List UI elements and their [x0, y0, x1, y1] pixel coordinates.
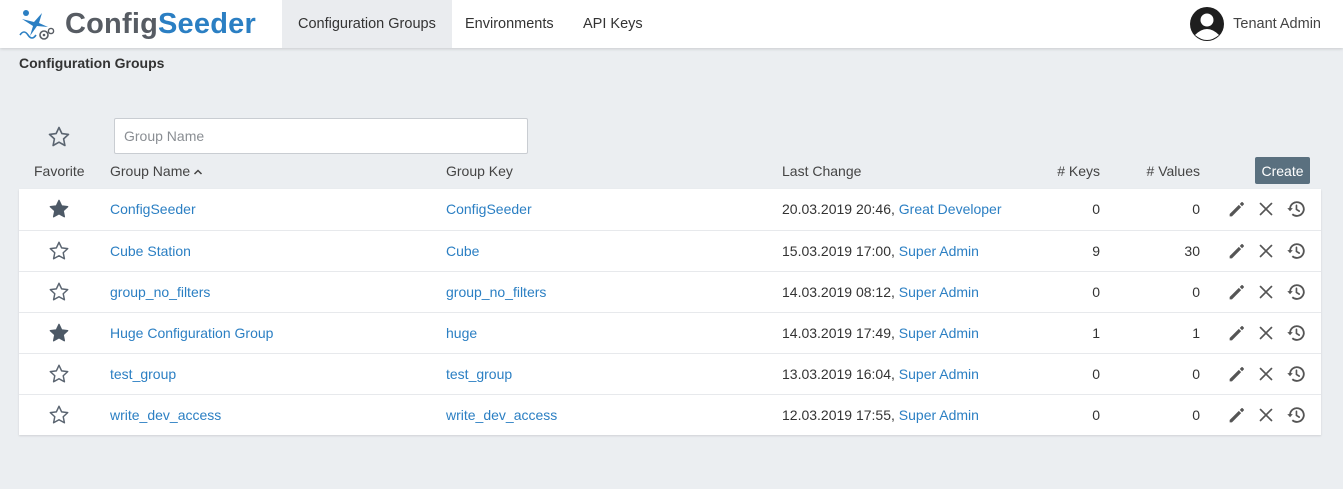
header-keys[interactable]: # Keys	[1040, 163, 1100, 179]
group-key-link[interactable]: group_no_filters	[446, 284, 546, 300]
keys-count: 0	[1092, 407, 1100, 423]
history-icon[interactable]	[1285, 240, 1307, 262]
brand-name-part2: Seeder	[158, 7, 256, 40]
top-bar: ConfigSeeder Configuration Groups Enviro…	[0, 0, 1343, 48]
brand-name-part1: Config	[65, 7, 159, 40]
delete-x-icon[interactable]	[1255, 404, 1277, 426]
history-icon[interactable]	[1285, 322, 1307, 344]
group-name-link[interactable]: Cube Station	[110, 243, 191, 259]
history-icon[interactable]	[1285, 363, 1307, 385]
group-key-link[interactable]: test_group	[446, 366, 512, 382]
edit-pencil-icon[interactable]	[1226, 404, 1248, 426]
brand-name: ConfigSeeder	[65, 8, 256, 41]
group-name-link[interactable]: Huge Configuration Group	[110, 325, 273, 341]
last-change-date: 12.03.2019 17:55,	[782, 407, 895, 423]
star-outline-icon[interactable]	[48, 281, 70, 303]
tab-environments[interactable]: Environments	[449, 0, 570, 48]
values-count: 30	[1184, 243, 1200, 259]
header-last-change[interactable]: Last Change	[782, 163, 861, 179]
keys-count: 1	[1092, 325, 1100, 341]
last-change-date: 13.03.2019 16:04,	[782, 366, 895, 382]
table-row: test_group test_group 13.03.2019 16:04, Su…	[19, 353, 1321, 394]
sort-ascending-icon	[194, 169, 203, 175]
table-row: group_no_filters group_no_filters 14.03.20…	[19, 271, 1321, 312]
create-button[interactable]: Create	[1255, 157, 1310, 184]
keys-count: 0	[1092, 201, 1100, 217]
group-key-link[interactable]: Cube	[446, 243, 479, 259]
group-key-link[interactable]: ConfigSeeder	[446, 201, 532, 217]
star-outline-icon[interactable]	[48, 363, 70, 385]
group-key-link[interactable]: huge	[446, 325, 477, 341]
group-name-link[interactable]: write_dev_access	[110, 407, 221, 423]
delete-x-icon[interactable]	[1255, 363, 1277, 385]
header-group-name[interactable]: Group Name	[110, 163, 203, 179]
last-change-date: 14.03.2019 17:49,	[782, 325, 895, 341]
last-change-cell: 15.03.2019 17:00, Super Admin	[782, 243, 979, 259]
edit-pencil-icon[interactable]	[1226, 281, 1248, 303]
group-name-link[interactable]: ConfigSeeder	[110, 201, 196, 217]
last-change-cell: 12.03.2019 17:55, Super Admin	[782, 407, 979, 423]
values-count: 1	[1192, 325, 1200, 341]
user-menu[interactable]: Tenant Admin	[1190, 6, 1321, 42]
values-count: 0	[1192, 407, 1200, 423]
last-change-user-link[interactable]: Super Admin	[899, 325, 979, 341]
edit-pencil-icon[interactable]	[1226, 198, 1248, 220]
last-change-user-link[interactable]: Super Admin	[899, 366, 979, 382]
table-row: Huge Configuration Group huge 14.03.2019 1…	[19, 312, 1321, 353]
last-change-date: 15.03.2019 17:00,	[782, 243, 895, 259]
last-change-date: 20.03.2019 20:46,	[782, 201, 895, 217]
app-logo[interactable]: ConfigSeeder	[18, 5, 256, 43]
last-change-cell: 14.03.2019 08:12, Super Admin	[782, 284, 979, 300]
star-outline-icon[interactable]	[48, 404, 70, 426]
configseeder-logo-icon	[19, 10, 55, 40]
star-outline-icon[interactable]	[48, 240, 70, 262]
values-count: 0	[1192, 284, 1200, 300]
group-name-link[interactable]: test_group	[110, 366, 176, 382]
last-change-cell: 20.03.2019 20:46, Great Developer	[782, 201, 1002, 217]
keys-count: 0	[1092, 284, 1100, 300]
table-row: write_dev_access write_dev_access 12.03.20…	[19, 394, 1321, 435]
edit-pencil-icon[interactable]	[1226, 363, 1248, 385]
table-row: Cube Station Cube 15.03.2019 17:00, Super …	[19, 230, 1321, 271]
keys-count: 0	[1092, 366, 1100, 382]
page-title: Configuration Groups	[19, 55, 165, 71]
table-row: ConfigSeeder ConfigSeeder 20.03.2019 20:46…	[19, 189, 1321, 230]
header-values[interactable]: # Values	[1130, 163, 1200, 179]
edit-pencil-icon[interactable]	[1226, 240, 1248, 262]
last-change-cell: 13.03.2019 16:04, Super Admin	[782, 366, 979, 382]
history-icon[interactable]	[1285, 198, 1307, 220]
header-group-name-label: Group Name	[110, 163, 191, 179]
configuration-groups-table: ConfigSeeder ConfigSeeder 20.03.2019 20:46…	[19, 189, 1321, 435]
keys-count: 9	[1092, 243, 1100, 259]
star-filled-icon[interactable]	[48, 198, 70, 220]
values-count: 0	[1192, 366, 1200, 382]
last-change-user-link[interactable]: Great Developer	[899, 201, 1002, 217]
history-icon[interactable]	[1285, 404, 1307, 426]
user-name: Tenant Admin	[1233, 16, 1321, 32]
delete-x-icon[interactable]	[1255, 198, 1277, 220]
history-icon[interactable]	[1285, 281, 1307, 303]
delete-x-icon[interactable]	[1255, 240, 1277, 262]
last-change-user-link[interactable]: Super Admin	[899, 284, 979, 300]
star-filled-icon[interactable]	[48, 322, 70, 344]
group-name-link[interactable]: group_no_filters	[110, 284, 210, 300]
header-group-key[interactable]: Group Key	[446, 163, 513, 179]
delete-x-icon[interactable]	[1255, 322, 1277, 344]
delete-x-icon[interactable]	[1255, 281, 1277, 303]
user-avatar-icon	[1190, 7, 1225, 41]
last-change-date: 14.03.2019 08:12,	[782, 284, 895, 300]
last-change-cell: 14.03.2019 17:49, Super Admin	[782, 325, 979, 341]
last-change-user-link[interactable]: Super Admin	[899, 407, 979, 423]
group-name-filter-input[interactable]	[114, 118, 528, 154]
tab-api-keys[interactable]: API Keys	[567, 0, 659, 48]
favorite-filter-star-icon[interactable]	[47, 125, 71, 149]
edit-pencil-icon[interactable]	[1226, 322, 1248, 344]
header-favorite[interactable]: Favorite	[34, 163, 85, 179]
last-change-user-link[interactable]: Super Admin	[899, 243, 979, 259]
tab-configuration-groups[interactable]: Configuration Groups	[282, 0, 452, 48]
values-count: 0	[1192, 201, 1200, 217]
group-key-link[interactable]: write_dev_access	[446, 407, 557, 423]
